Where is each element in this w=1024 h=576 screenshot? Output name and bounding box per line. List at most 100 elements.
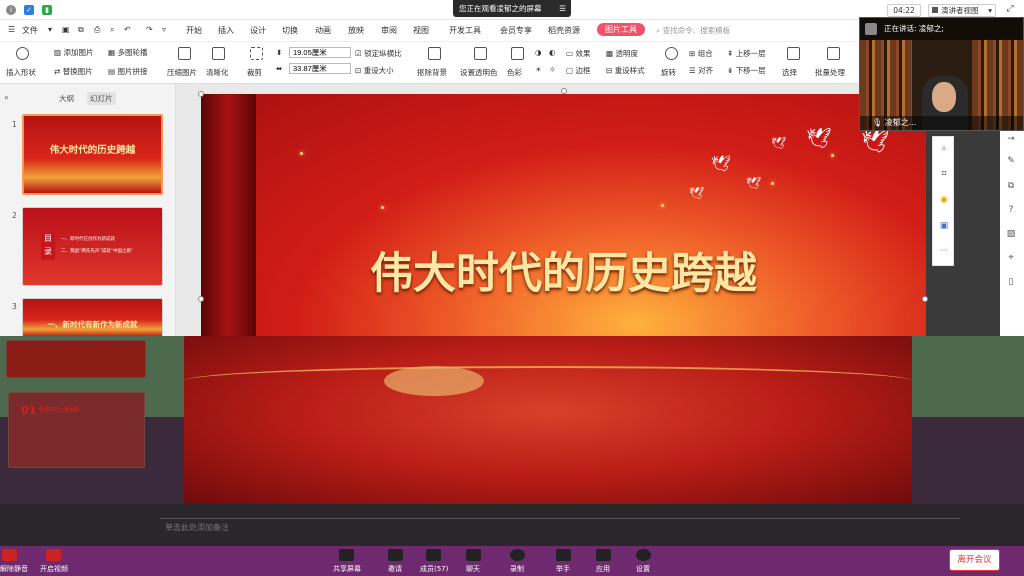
slide-canvas[interactable]: 🕊 🕊 🕊 🕊 🕊 🕊 伟大时代的历史跨越 [176, 84, 928, 336]
tab-home[interactable]: 开始 [186, 25, 202, 36]
start-video-button[interactable]: 开启视频 [40, 564, 68, 574]
share-screen-button[interactable]: 共享屏幕 [333, 564, 361, 574]
book-icon[interactable]: ▯ [1005, 276, 1017, 288]
apps-icon[interactable] [596, 549, 611, 561]
bring-forward-button[interactable]: ⇞ 上移一层 [727, 48, 766, 59]
menu-file[interactable]: 文件 [22, 25, 38, 36]
tab-outline[interactable]: 大纲 [59, 93, 74, 104]
reset-size-button[interactable]: ⊡ 重设大小 [355, 65, 394, 76]
slide-title[interactable]: 伟大时代的历史跨越 [201, 239, 926, 301]
transparency-button[interactable]: ▩ 透明度 [606, 48, 638, 59]
crop-icon[interactable] [250, 47, 263, 60]
settings-button[interactable]: 设置 [636, 564, 650, 574]
tab-transition[interactable]: 切换 [282, 25, 298, 36]
sun-icon[interactable]: ☀ [535, 65, 542, 74]
tab-slides[interactable]: 幻灯片 [87, 92, 116, 105]
export-icon[interactable]: ⧉ [78, 25, 84, 35]
sun-dim-icon[interactable]: ☼ [549, 65, 556, 74]
chat-button[interactable]: 聊天 [466, 564, 480, 574]
remove-bg-icon[interactable] [428, 47, 441, 60]
send-backward-button[interactable]: ⇟ 下移一层 [727, 65, 766, 76]
sharpen-icon[interactable] [212, 47, 225, 60]
notes-placeholder[interactable]: 单击此处添加备注 [165, 522, 229, 533]
crop-button[interactable]: 裁剪 [247, 67, 262, 78]
group-button[interactable]: ⊞ 组合 [689, 48, 713, 59]
resize-handle[interactable] [198, 296, 204, 302]
color-icon[interactable] [511, 47, 524, 60]
more-icon[interactable]: ⋯ [938, 245, 950, 257]
tab-animation[interactable]: 动画 [315, 25, 331, 36]
insert-shape-button[interactable]: 插入形状 [6, 67, 36, 78]
menu-icon[interactable]: ☰ [559, 0, 566, 17]
undo-icon[interactable]: ↶ [124, 25, 131, 34]
record-button[interactable]: 录制 [510, 564, 524, 574]
tab-member[interactable]: 会员专享 [500, 25, 532, 36]
tab-review[interactable]: 审阅 [381, 25, 397, 36]
batch-icon[interactable] [827, 47, 840, 60]
more-icon[interactable]: ▿ [162, 25, 166, 34]
add-picture-button[interactable]: ▨ 添加图片 [54, 47, 93, 58]
compress-icon[interactable] [178, 47, 191, 60]
members-icon[interactable] [426, 549, 441, 561]
effects-button[interactable]: ▭ 效果 [566, 48, 590, 59]
hamburger-icon[interactable]: ☰ [8, 25, 15, 34]
help-icon[interactable]: ? [1005, 204, 1017, 216]
resize-handle[interactable] [922, 296, 928, 302]
raise-hand-icon[interactable] [556, 549, 571, 561]
border-button[interactable]: ▢ 边框 [566, 65, 590, 76]
image-icon[interactable]: ▨ [1005, 228, 1017, 240]
members-button[interactable]: 成员(57) [420, 564, 448, 574]
share-screen-icon[interactable] [339, 549, 354, 561]
shield-icon[interactable]: ✓ [24, 5, 34, 15]
raise-hand-button[interactable]: 举手 [556, 564, 570, 574]
replace-image-icon[interactable]: ▣ [938, 220, 950, 232]
fullscreen-icon[interactable]: ⤢ [1004, 3, 1016, 15]
preview-icon[interactable]: ⌕ [110, 25, 114, 35]
leave-meeting-button[interactable]: 离开会议 [949, 549, 1000, 571]
redo-icon[interactable]: ↷ [146, 25, 153, 34]
set-transparent-button[interactable]: 设置透明色 [460, 67, 498, 78]
settings-icon[interactable] [636, 549, 651, 561]
unmute-button[interactable]: 解除静音 [0, 564, 28, 574]
select-button[interactable]: 选择 [782, 67, 797, 78]
rotate-button[interactable]: 旋转 [661, 67, 676, 78]
reset-style-button[interactable]: ⊟ 重设样式 [606, 65, 645, 76]
transparent-color-icon[interactable] [474, 47, 487, 60]
tab-developer[interactable]: 开发工具 [449, 25, 481, 36]
compress-button[interactable]: 压缩图片 [167, 67, 197, 78]
signal-icon[interactable]: ▮ [42, 5, 52, 15]
brightness-icon[interactable]: ◑ [535, 48, 542, 57]
tab-slideshow[interactable]: 放映 [348, 25, 364, 36]
record-icon[interactable] [510, 549, 525, 561]
resize-handle[interactable] [561, 88, 567, 94]
mic-muted-icon[interactable] [2, 549, 17, 561]
share-banner[interactable]: 您正在观看凌郁之的屏幕 ☰ [453, 0, 571, 17]
tab-insert[interactable]: 插入 [218, 25, 234, 36]
contrast-icon[interactable]: ◐ [549, 48, 556, 57]
tab-design[interactable]: 设计 [250, 25, 266, 36]
tab-view[interactable]: 视图 [413, 25, 429, 36]
slide-thumbnail-2[interactable]: 目录 一、新时代在创作为新成就 二、我国“两先先声”成就“中国之路” [22, 207, 163, 286]
height-field[interactable] [289, 47, 351, 58]
remove-bg-button[interactable]: 抠除背景 [417, 67, 447, 78]
tab-docer[interactable]: 稻壳资源 [548, 25, 580, 36]
align-button[interactable]: ☰ 对齐 [689, 65, 713, 76]
save-icon[interactable]: ▣ [62, 25, 70, 34]
arrow-icon[interactable]: → [1005, 133, 1017, 145]
resize-handle[interactable] [198, 91, 204, 97]
speaker-video[interactable]: 正在讲话: 凌郁之; 🎙 凌郁之... [859, 17, 1024, 131]
apps-button[interactable]: 应用 [596, 564, 610, 574]
picture-stitch-button[interactable]: ▤ 图片拼接 [108, 66, 147, 77]
location-icon[interactable]: ⌖ [1005, 252, 1017, 264]
collapse-pane-icon[interactable]: « [4, 93, 9, 102]
bulb-icon[interactable]: ◉ [938, 194, 950, 206]
camera-off-icon[interactable] [46, 549, 61, 561]
sharpen-button[interactable]: 清晰化 [206, 67, 229, 78]
slide-thumbnail-3[interactable]: 一、新时代有新作为新成就 [22, 298, 163, 338]
zoom-icon[interactable]: ⌕ [938, 143, 950, 155]
batch-button[interactable]: 批量处理 [815, 67, 845, 78]
multi-outline-button[interactable]: ▦ 多图轮播 [108, 47, 147, 58]
invite-icon[interactable] [388, 549, 403, 561]
pin-icon[interactable]: ✎ [1005, 155, 1017, 167]
invite-button[interactable]: 邀请 [388, 564, 402, 574]
